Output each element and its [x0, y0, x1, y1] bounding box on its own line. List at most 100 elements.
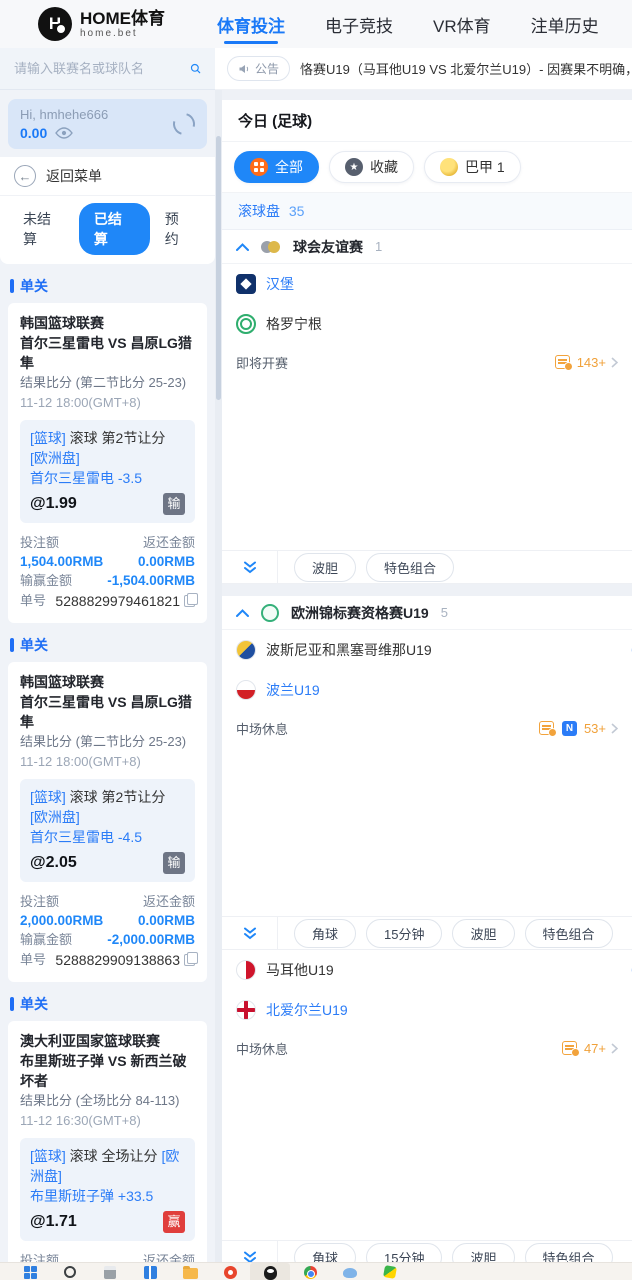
- bet-odds: @1.71: [30, 1213, 77, 1230]
- taskbar-app-cloud[interactable]: [330, 1266, 370, 1278]
- nav-vr-sports[interactable]: VR体育: [433, 0, 491, 51]
- outcome-badge: 赢: [163, 1211, 185, 1233]
- outcome-badge: 输: [163, 493, 185, 515]
- double-chevron-down-icon: [243, 561, 256, 573]
- market-pill[interactable]: 特色组合: [366, 552, 455, 582]
- copy-icon[interactable]: [184, 593, 198, 607]
- tab-reserved[interactable]: 预约: [150, 203, 207, 255]
- section-euro-u19[interactable]: 欧洲锦标赛资格赛U19 5: [222, 596, 632, 630]
- team-logo-hamburg: [236, 274, 256, 294]
- site-logo[interactable]: H HOME体育 home.bet: [38, 7, 165, 41]
- balance-value: 0.00: [20, 125, 48, 141]
- order-label: 单号: [20, 952, 47, 967]
- bet-league: 韩国篮球联赛: [20, 674, 104, 690]
- match-row-away[interactable]: 波兰U19 1: [222, 670, 632, 710]
- market-sport: [篮球]: [30, 1148, 66, 1164]
- market-pill[interactable]: 波胆: [294, 552, 357, 582]
- scrollbar-thumb[interactable]: [216, 136, 221, 400]
- taskbar-task-view[interactable]: [130, 1266, 170, 1279]
- chip-all[interactable]: 全部: [234, 151, 319, 183]
- section-club-friendly[interactable]: 球会友谊赛 1: [222, 230, 632, 264]
- double-chevron-down-icon: [243, 927, 256, 939]
- notice-pill[interactable]: 公告: [227, 56, 291, 81]
- order-label: 单号: [20, 593, 47, 608]
- task-view-icon: [143, 1266, 157, 1279]
- market-pill[interactable]: 特色组合: [524, 918, 613, 948]
- main-nav: 体育投注 电子竞技 VR体育 注单历史 赛果: [217, 0, 632, 51]
- team-name: 波兰U19: [266, 682, 320, 698]
- market-name: 滚球 第2节让分: [69, 789, 166, 805]
- bet-market-box: [篮球] 滚球 第2节让分 [欧洲盘] 首尔三星雷电 -4.5 @2.05 输: [20, 779, 195, 882]
- taskbar-qq[interactable]: [250, 1263, 290, 1280]
- taskbar-app-red[interactable]: [210, 1266, 250, 1279]
- market-pill[interactable]: 15分钟: [366, 918, 443, 948]
- match-row-home[interactable]: 波斯尼亚和黑塞哥维那U19 0: [222, 630, 632, 670]
- match-status: 中场休息: [236, 1041, 289, 1057]
- logo-icon: H: [38, 7, 72, 41]
- tab-unsettled[interactable]: 未结算: [8, 203, 79, 255]
- chevron-right-icon: [611, 722, 618, 734]
- odds-area-blank: [222, 746, 632, 916]
- nav-bet-history[interactable]: 注单历史: [531, 0, 599, 51]
- bet-result-score: 结果比分 (第二节比分 25-23): [20, 734, 187, 749]
- nav-esports[interactable]: 电子竞技: [325, 0, 393, 51]
- markets-count: 53+: [583, 720, 606, 736]
- main-panel: 今日 (足球) 全部 ★ 收藏 巴甲 1 滚球盘 35 球会友谊赛 1 汉堡 格…: [215, 90, 632, 1280]
- stake-label: 投注额: [20, 894, 60, 909]
- eye-icon[interactable]: [55, 127, 74, 139]
- bet-time: 11-12 16:30(GMT+8): [20, 1113, 141, 1128]
- collapse-toggle[interactable]: [222, 917, 278, 949]
- top-header: H HOME体育 home.bet 体育投注 电子竞技 VR体育 注单历史 赛果: [0, 0, 632, 48]
- taskbar-app-map[interactable]: [370, 1265, 410, 1279]
- live-count-row[interactable]: 滚球盘 35: [222, 193, 632, 230]
- grid-icon: [250, 158, 268, 176]
- scrollbar-track[interactable]: [215, 90, 222, 1280]
- match-row-home[interactable]: 马耳他U19 0: [222, 950, 632, 990]
- user-greeting: Hi, hmhehe666: [20, 107, 109, 122]
- bet-selection: 首尔三星雷电 -3.5: [30, 470, 143, 486]
- bet-market-box: [篮球] 滚球 全场让分 [欧洲盘] 布里斯班子弹 +33.5 @1.71 赢: [20, 1138, 195, 1241]
- news-badge-icon: N: [561, 720, 577, 736]
- match-status: 即将开赛: [236, 355, 289, 371]
- odds-area-blank: [222, 1066, 632, 1240]
- match-status-row[interactable]: 中场休息 47+: [222, 1030, 632, 1066]
- chip-favorites[interactable]: ★ 收藏: [329, 151, 414, 183]
- collapse-toggle[interactable]: [222, 551, 278, 583]
- order-number: 5288829909138863: [55, 952, 180, 968]
- tab-settled[interactable]: 已结算: [78, 203, 150, 255]
- team-logo-malta: [236, 960, 256, 980]
- bet-league: 韩国篮球联赛: [20, 315, 104, 331]
- notice-label: 公告: [255, 62, 280, 76]
- chip-league-brazil[interactable]: 巴甲 1: [424, 151, 521, 183]
- taskbar-file-explorer[interactable]: [170, 1266, 210, 1279]
- markets-coupon-icon: [538, 721, 557, 737]
- market-name: 滚球 第2节让分: [69, 430, 166, 446]
- bet-result-score: 结果比分 (全场比分 84-113): [20, 1093, 180, 1108]
- team-logo-bosnia: [236, 640, 256, 660]
- match-row-home[interactable]: 汉堡: [222, 264, 632, 304]
- taskbar-chrome[interactable]: [290, 1266, 330, 1279]
- bet-selection: 布里斯班子弹 +33.5: [30, 1188, 154, 1204]
- match-status-row[interactable]: 即将开赛 143+: [222, 344, 632, 380]
- back-to-menu[interactable]: ← 返回菜单: [0, 157, 215, 196]
- taskbar-app-generic[interactable]: [90, 1266, 130, 1279]
- market-pill[interactable]: 波胆: [452, 918, 515, 948]
- bet-selection: 首尔三星雷电 -4.5: [30, 829, 143, 845]
- copy-icon[interactable]: [184, 952, 198, 966]
- folder-icon: [182, 1266, 198, 1279]
- market-odds-type: [欧洲盘]: [30, 809, 80, 825]
- match-row-away[interactable]: 格罗宁根: [222, 304, 632, 344]
- odds-area-blank: [222, 380, 632, 550]
- search-input[interactable]: [14, 61, 190, 76]
- taskbar-start-button[interactable]: [10, 1266, 50, 1279]
- bet-market-box: [篮球] 滚球 第2节让分 [欧洲盘] 首尔三星雷电 -3.5 @1.99 输: [20, 420, 195, 523]
- search-icon[interactable]: [190, 60, 201, 77]
- windows-logo-icon: [23, 1266, 37, 1279]
- market-pill[interactable]: 角球: [294, 918, 357, 948]
- bet-time: 11-12 18:00(GMT+8): [20, 754, 141, 769]
- team-name: 格罗宁根: [266, 316, 322, 332]
- nav-sports-betting[interactable]: 体育投注: [217, 0, 285, 51]
- match-row-away[interactable]: 北爱尔兰U19 1: [222, 990, 632, 1030]
- match-status-row[interactable]: 中场休息 N 53+: [222, 710, 632, 746]
- taskbar-search-button[interactable]: [50, 1266, 90, 1278]
